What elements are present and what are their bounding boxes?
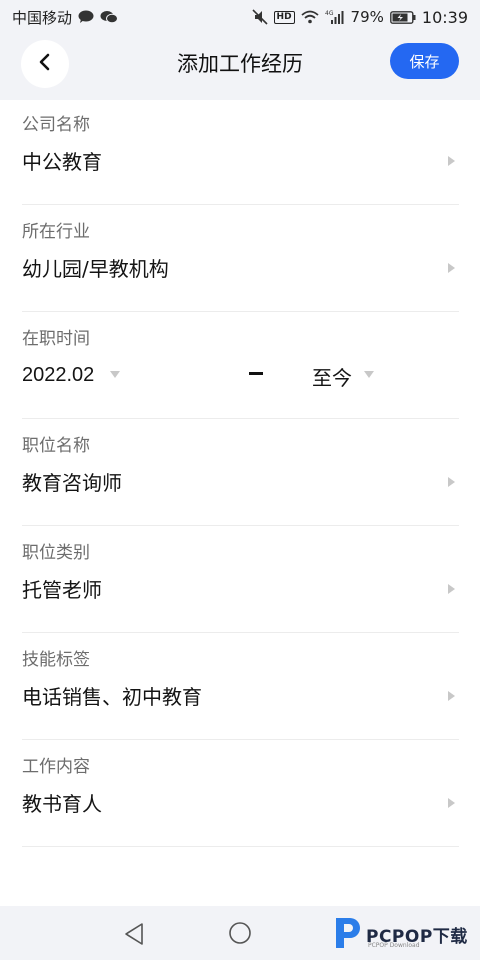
chevron-right-icon [448,691,455,701]
system-nav-bar: PCPOP下载 PCPOP Download [0,906,480,960]
chevron-right-icon [448,798,455,808]
save-button[interactable]: 保存 [390,43,459,79]
status-bar-right: HD 4G 79% 10:39 [251,7,468,27]
signal-icon: 4G [325,9,345,25]
chevron-right-icon [448,584,455,594]
battery-percent: 79% [350,8,384,26]
work-experience-form: 公司名称 中公教育 所在行业 幼儿园/早教机构 在职时间 2022.02 至今 … [0,100,480,906]
mute-icon [251,9,268,25]
field-value-skills: 电话销售、初中教育 [22,685,202,709]
chevron-right-icon [448,156,455,166]
field-label-skills: 技能标签 [22,650,90,670]
field-position[interactable]: 职位名称 教育咨询师 [22,431,459,526]
watermark-logo: PCPOP下载 PCPOP Download [332,914,468,954]
wechat-icon [100,10,119,24]
page-header: 添加工作经历 保存 [0,34,480,100]
field-label-position: 职位名称 [22,436,90,456]
field-skills[interactable]: 技能标签 电话销售、初中教育 [22,645,459,740]
field-label-industry: 所在行业 [22,222,90,242]
end-date-picker[interactable]: 至今 [312,362,352,391]
field-value-position: 教育咨询师 [22,471,122,495]
chevron-right-icon [448,477,455,487]
field-value-category: 托管老师 [22,578,102,602]
status-bar: 中国移动 HD 4G 79% 10:39 [0,0,480,34]
field-label-tenure: 在职时间 [22,329,90,349]
wifi-icon [300,10,319,24]
field-content[interactable]: 工作内容 教书育人 [22,752,459,847]
field-label-category: 职位类别 [22,543,90,563]
start-date-picker[interactable]: 2022.02 [22,364,94,387]
hd-icon: HD [273,10,295,24]
field-tenure: 在职时间 2022.02 至今 [22,324,459,419]
date-range-separator [249,372,263,375]
carrier-name: 中国移动 [12,8,73,27]
nav-home-icon[interactable] [228,921,252,949]
chevron-right-icon [448,263,455,273]
clock-time: 10:39 [421,7,468,27]
chat-bubble-icon [78,10,94,24]
status-bar-left: 中国移动 [12,7,119,28]
svg-text:4G: 4G [325,10,334,17]
battery-icon [389,10,416,24]
field-value-industry: 幼儿园/早教机构 [22,257,169,281]
field-company[interactable]: 公司名称 中公教育 [22,110,459,205]
field-value-content: 教书育人 [22,792,102,816]
caret-down-icon [364,371,374,378]
pcpop-logo-icon [332,914,362,954]
field-value-company: 中公教育 [22,150,102,174]
caret-down-icon [110,371,120,378]
watermark-subtext: PCPOP Download [368,942,420,949]
field-industry[interactable]: 所在行业 幼儿园/早教机构 [22,217,459,312]
field-category[interactable]: 职位类别 托管老师 [22,538,459,633]
field-label-company: 公司名称 [22,115,90,135]
nav-back-icon[interactable] [123,922,145,950]
field-label-content: 工作内容 [22,757,90,777]
